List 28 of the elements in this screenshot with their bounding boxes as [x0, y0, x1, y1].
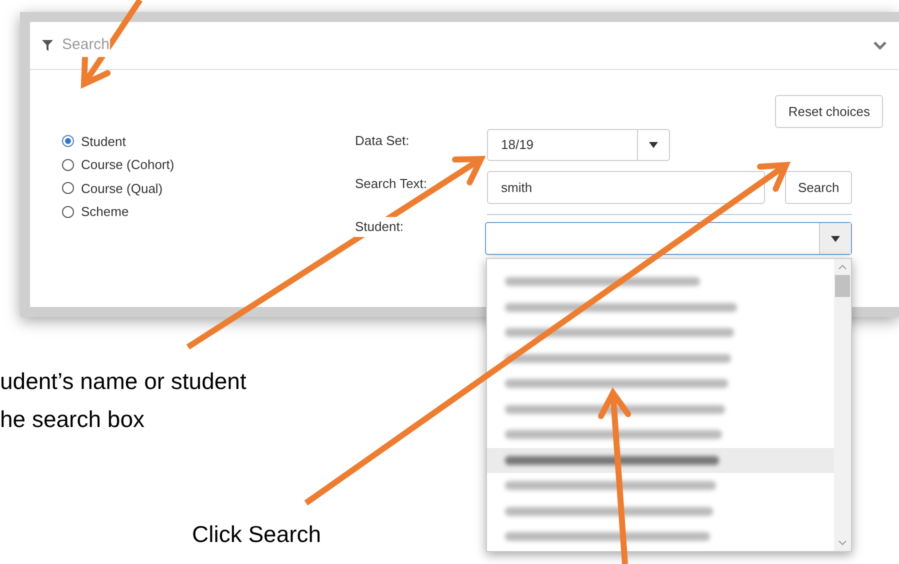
chevron-icon[interactable]	[873, 41, 887, 50]
annotation-text: Click Search	[192, 520, 322, 549]
field-label: Data Set:	[355, 132, 410, 150]
field-label: Student:	[355, 217, 404, 236]
radio-button[interactable]	[62, 158, 74, 171]
scroll-down-icon[interactable]	[838, 540, 847, 546]
filter-icon	[42, 40, 53, 51]
radio-option[interactable]: Scheme	[62, 202, 355, 221]
scroll-thumb[interactable]	[835, 275, 850, 297]
radio-button[interactable]	[62, 182, 74, 194]
caret-icon	[831, 236, 840, 242]
field-label: Search Text:	[355, 175, 428, 193]
radio-button[interactable]	[62, 135, 74, 148]
scroll-up-icon[interactable]	[838, 264, 847, 270]
radio-option[interactable]: Course (Cohort)	[62, 156, 355, 174]
data-set-select[interactable]: 18/19	[487, 129, 670, 161]
search-text-field[interactable]: smith	[487, 171, 765, 204]
radio-option[interactable]: Student	[62, 132, 355, 150]
student-option[interactable]	[487, 448, 834, 473]
annotation-text: he search box	[0, 405, 144, 434]
radio-option[interactable]: Course (Qual)	[62, 179, 355, 198]
radio-button[interactable]	[62, 206, 74, 218]
scrollbar[interactable]	[834, 259, 851, 551]
reset-choices-button[interactable]: Reset choices	[775, 95, 883, 128]
caret-icon	[649, 142, 658, 148]
student-select[interactable]	[485, 222, 852, 255]
search-button[interactable]: Search	[785, 171, 852, 204]
annotation-text: udent’s name or student	[0, 367, 246, 396]
